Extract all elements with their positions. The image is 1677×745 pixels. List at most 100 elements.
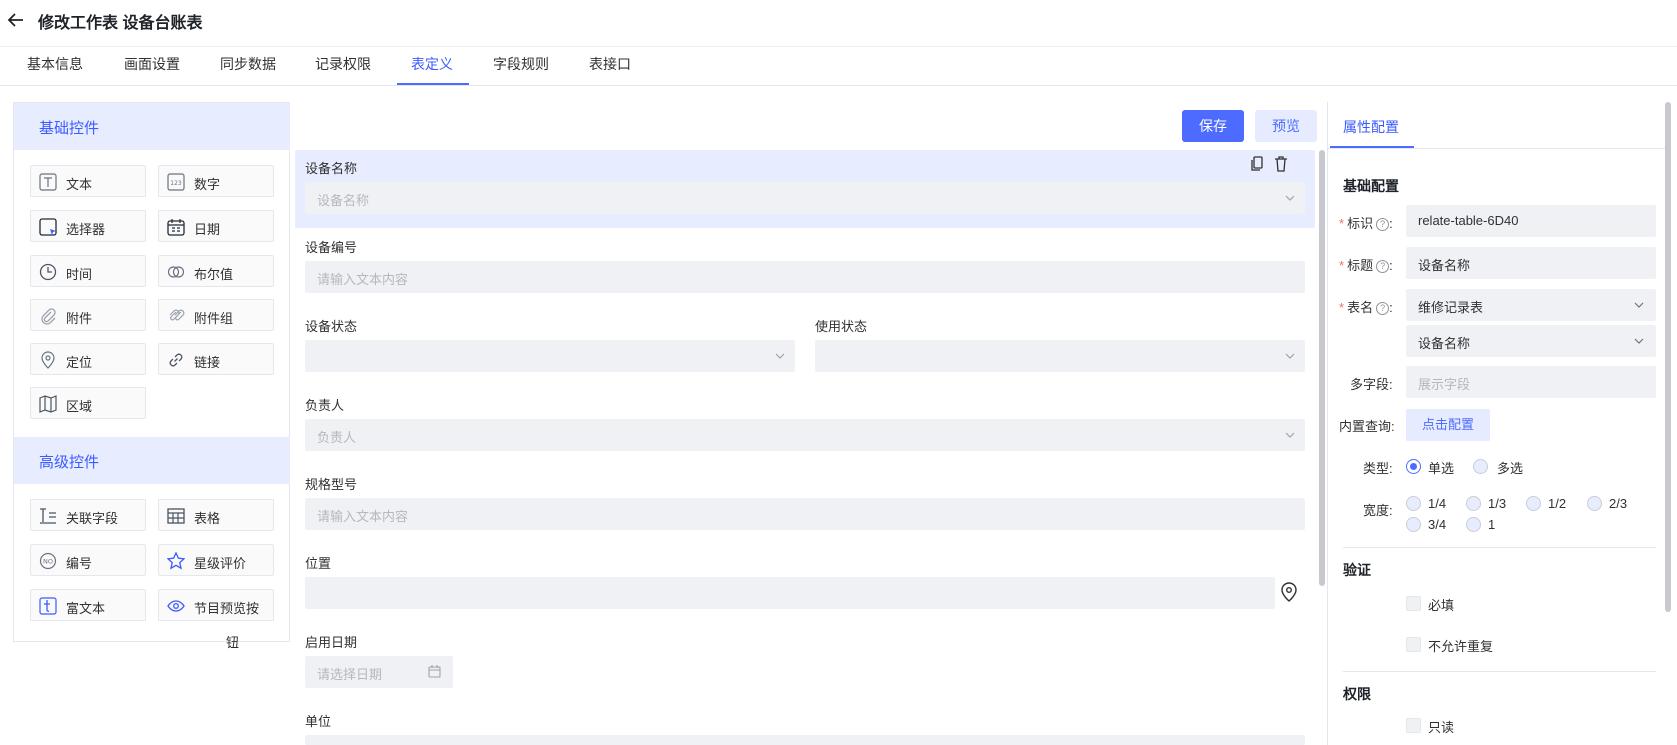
start-date-picker[interactable]: 请选择日期 (305, 656, 453, 688)
control-label-wrap: 钮 (226, 635, 240, 650)
control-region[interactable]: 区域 (30, 387, 146, 419)
multi-field-input[interactable]: 展示字段 (1406, 366, 1656, 398)
id-label: * 标识?: (1339, 216, 1393, 231)
svg-text:NO: NO (43, 558, 53, 566)
radio-width-3-4[interactable] (1406, 517, 1421, 532)
tab-record-permission[interactable]: 记录权限 (315, 54, 371, 74)
number-badge-icon: NO (39, 552, 57, 570)
control-program-preview-button[interactable]: 节目预览按 (158, 589, 274, 621)
device-code-label: 设备编号 (305, 240, 358, 255)
usage-status-select[interactable] (815, 340, 1305, 372)
paperclip-icon (41, 308, 56, 325)
table-icon (167, 508, 185, 524)
model-input[interactable]: 请输入文本内容 (305, 498, 1305, 530)
copy-icon[interactable] (1250, 156, 1264, 172)
multi-field-label: 多字段: (1350, 377, 1393, 392)
map-icon (39, 395, 57, 413)
control-table[interactable]: 表格 (158, 499, 274, 531)
unit-input[interactable] (305, 735, 1305, 745)
width-3-4-label: 3/4 (1428, 517, 1447, 532)
validation-heading: 验证 (1343, 562, 1371, 578)
control-time[interactable]: 时间 (30, 255, 146, 287)
control-star-rating[interactable]: 星级评价 (158, 544, 274, 576)
delete-icon[interactable] (1274, 156, 1288, 172)
clock-icon (39, 263, 57, 281)
radio-width-1[interactable] (1466, 517, 1481, 532)
width-2-3-label: 2/3 (1609, 496, 1628, 511)
save-button[interactable]: 保存 (1182, 110, 1244, 142)
device-status-select[interactable] (305, 340, 795, 372)
control-number[interactable]: 123 数字 (158, 165, 274, 197)
attachment-group-icon (169, 309, 185, 321)
radio-width-1-3[interactable] (1466, 496, 1481, 511)
tab-basic-info[interactable]: 基本信息 (27, 54, 83, 74)
owner-select[interactable]: 负责人 (305, 419, 1305, 451)
control-location[interactable]: 定位 (30, 343, 146, 375)
builtin-query-label: 内置查询: (1339, 419, 1395, 434)
advanced-controls-header: 高级控件 (14, 437, 290, 484)
back-arrow-icon[interactable] (6, 10, 26, 30)
radio-multiple[interactable] (1473, 459, 1488, 474)
active-tab-indicator (397, 83, 469, 85)
control-date[interactable]: 日期 (158, 210, 274, 242)
tab-property-config[interactable]: 属性配置 (1343, 117, 1399, 137)
svg-text:123: 123 (170, 180, 182, 187)
location-pin-icon[interactable] (1281, 582, 1297, 602)
control-attachment[interactable]: 附件 (30, 299, 146, 331)
link-icon (169, 353, 183, 367)
tab-divider (1328, 148, 1668, 149)
properties-scrollbar[interactable] (1665, 102, 1671, 612)
rich-text-icon (39, 597, 57, 615)
control-rich-text[interactable]: 富文本 (30, 589, 146, 621)
control-selector[interactable]: 选择器 (30, 210, 146, 242)
location-input[interactable] (305, 577, 1275, 609)
width-1-2-label: 1/2 (1548, 496, 1567, 511)
divider (1343, 547, 1656, 548)
number-icon: 123 (167, 173, 185, 191)
device-code-input[interactable]: 请输入文本内容 (305, 261, 1305, 293)
tab-field-rules[interactable]: 字段规则 (493, 54, 549, 74)
control-serial-number[interactable]: NO 编号 (30, 544, 146, 576)
title-label: * 标题?: (1339, 258, 1393, 273)
chevron-down-icon (1634, 302, 1644, 308)
required-checkbox[interactable] (1406, 596, 1421, 611)
tab-sync-data[interactable]: 同步数据 (220, 54, 276, 74)
form-scrollbar[interactable] (1319, 150, 1325, 586)
tab-table-definition[interactable]: 表定义 (411, 54, 453, 74)
chevron-down-icon (1285, 432, 1295, 438)
help-icon[interactable]: ? (1376, 302, 1390, 315)
control-related-field[interactable]: 关联字段 (30, 499, 146, 531)
radio-width-2-3[interactable] (1587, 496, 1602, 511)
page-title: 修改工作表 设备台账表 (38, 15, 203, 32)
title-input[interactable]: 设备名称 (1406, 247, 1656, 279)
control-link[interactable]: 链接 (158, 343, 274, 375)
divider (1343, 671, 1656, 672)
radio-width-1-2[interactable] (1526, 496, 1541, 511)
tab-bar: 基本信息 画面设置 同步数据 记录权限 表定义 字段规则 表接口 (0, 48, 1677, 86)
radio-single[interactable] (1406, 459, 1421, 474)
readonly-checkbox[interactable] (1406, 718, 1421, 733)
device-name-select[interactable]: 设备名称 (305, 182, 1305, 214)
required-label: 必填 (1428, 598, 1455, 613)
no-duplicate-label: 不允许重复 (1428, 639, 1494, 654)
help-icon[interactable]: ? (1376, 260, 1390, 273)
control-attachment-group[interactable]: 附件组 (158, 299, 274, 331)
related-field-icon (40, 508, 56, 524)
tab-table-api[interactable]: 表接口 (589, 54, 631, 74)
radio-width-1-4[interactable] (1406, 496, 1421, 511)
tab-screen-settings[interactable]: 画面设置 (124, 54, 180, 74)
control-boolean[interactable]: 布尔值 (158, 255, 274, 287)
unit-label: 单位 (305, 714, 332, 729)
control-text[interactable]: 文本 (30, 165, 146, 197)
id-input[interactable]: relate-table-6D40 (1406, 205, 1656, 237)
no-duplicate-checkbox[interactable] (1406, 637, 1421, 652)
permission-heading: 权限 (1343, 686, 1371, 702)
type-label: 类型: (1363, 461, 1393, 476)
help-icon[interactable]: ? (1376, 218, 1390, 231)
preview-button[interactable]: 预览 (1255, 110, 1317, 142)
table-field-select[interactable]: 设备名称 (1406, 325, 1656, 357)
location-pin-icon (41, 351, 55, 369)
table-name-select[interactable]: 维修记录表 (1406, 289, 1656, 321)
configure-button[interactable]: 点击配置 (1406, 409, 1490, 441)
start-date-label: 启用日期 (305, 635, 358, 650)
